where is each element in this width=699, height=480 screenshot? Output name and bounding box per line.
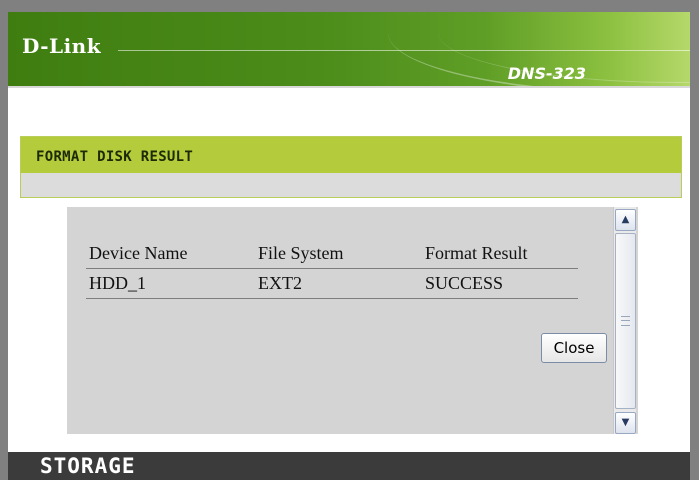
format-result-section: FORMAT DISK RESULT [20, 136, 682, 198]
scroll-grip-icon [621, 316, 630, 326]
dlink-logo: D-Link [22, 34, 102, 58]
table-header-row: Device Name File System Format Result [86, 239, 578, 269]
model-name: DNS-323 [507, 64, 586, 83]
section-title: FORMAT DISK RESULT [21, 137, 681, 173]
table-row: HDD_1 EXT2 SUCCESS [86, 269, 578, 299]
footer-storage-label: STORAGE [40, 454, 136, 478]
scroll-thumb[interactable] [615, 233, 636, 409]
section-subbar [21, 173, 681, 197]
cell-device-name: HDD_1 [89, 273, 146, 293]
column-header-file-system: File System [258, 243, 344, 263]
column-header-device-name: Device Name [89, 243, 188, 263]
scroll-up-icon[interactable]: ▲ [615, 209, 636, 231]
browser-window: D-Link DNS-323 FORMAT DISK RESULT Device… [0, 0, 699, 480]
header-banner: D-Link DNS-323 [8, 12, 690, 88]
vertical-scrollbar[interactable]: ▲ ▼ [613, 207, 636, 434]
result-table: Device Name File System Format Result HD… [86, 239, 578, 299]
cell-file-system: EXT2 [258, 273, 302, 293]
footer-bar: STORAGE [8, 452, 690, 480]
cell-format-result: SUCCESS [425, 273, 504, 293]
result-dialog: Device Name File System Format Result HD… [67, 207, 638, 434]
close-button[interactable]: Close [541, 333, 607, 363]
column-header-format-result: Format Result [425, 243, 528, 263]
page-frame: D-Link DNS-323 FORMAT DISK RESULT Device… [8, 12, 690, 480]
scroll-down-icon[interactable]: ▼ [615, 412, 636, 434]
